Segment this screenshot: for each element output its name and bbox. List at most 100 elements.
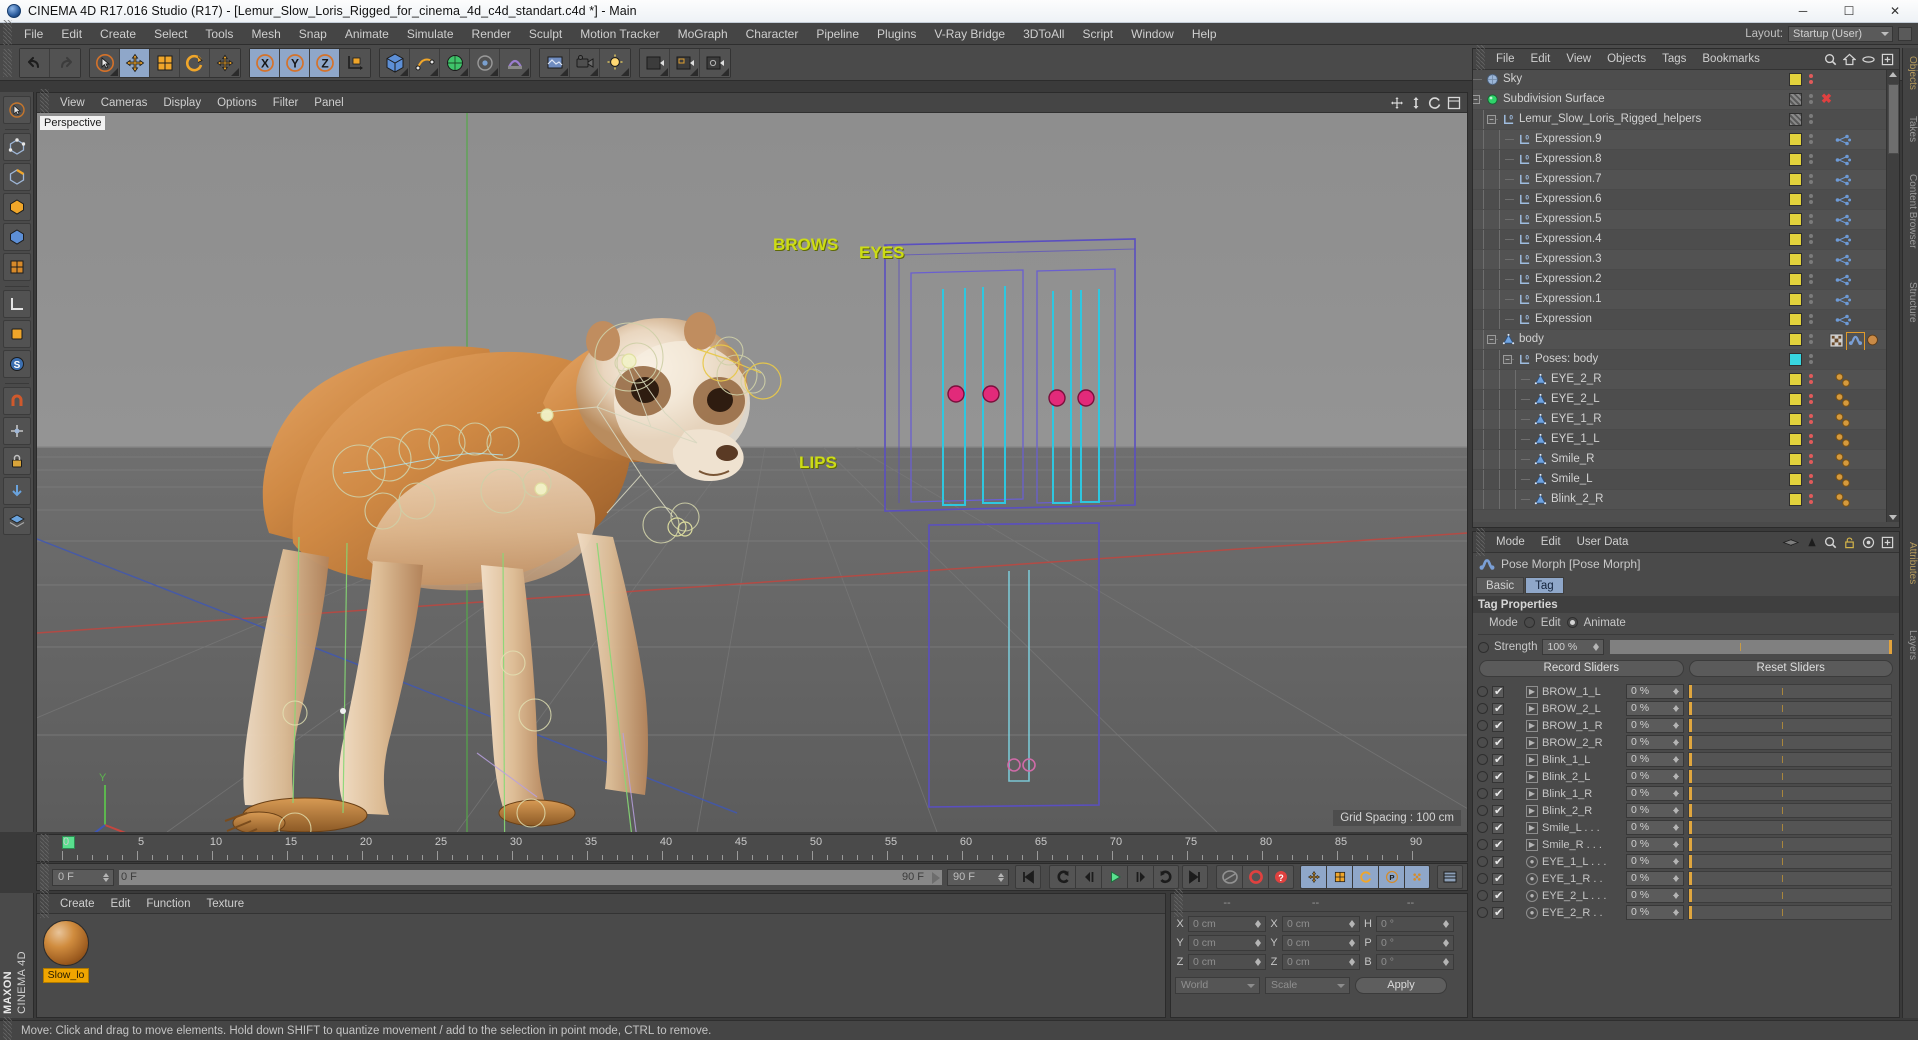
object-row[interactable]: − 0 Lemur_Slow_Loris_Rigged_helpers xyxy=(1473,110,1899,130)
keyframe-selection-button[interactable]: ? xyxy=(1268,865,1294,889)
xpresso-tag-icon[interactable] xyxy=(1835,314,1852,329)
am-menu-edit[interactable]: Edit xyxy=(1533,532,1569,553)
object-tag-swatch[interactable] xyxy=(1789,333,1802,346)
material-tag-icon[interactable] xyxy=(1867,333,1878,350)
edge-mode-icon[interactable] xyxy=(2,163,31,191)
coordinate-grip[interactable] xyxy=(1174,888,1183,917)
menu-render[interactable]: Render xyxy=(463,23,520,45)
visibility-dots[interactable] xyxy=(1809,494,1813,504)
object-tag-swatch[interactable] xyxy=(1789,413,1802,426)
key-position-button[interactable] xyxy=(1300,865,1326,889)
om-menu-objects[interactable]: Objects xyxy=(1599,49,1654,70)
menu-script[interactable]: Script xyxy=(1073,23,1122,45)
tab-basic[interactable]: Basic xyxy=(1476,577,1525,594)
xpresso-tag-icon[interactable] xyxy=(1835,154,1852,169)
menu-character[interactable]: Character xyxy=(737,23,808,45)
slider-enable-checkbox[interactable] xyxy=(1492,872,1504,885)
slider-enable-checkbox[interactable] xyxy=(1492,702,1504,715)
deformer-button[interactable] xyxy=(500,48,530,77)
coord-size-y[interactable]: 0 cm xyxy=(1282,934,1360,951)
render-view-button[interactable] xyxy=(640,48,670,77)
autokey-button[interactable] xyxy=(1216,865,1242,889)
slider-knob[interactable] xyxy=(1689,787,1692,800)
viewport-menu-options[interactable]: Options xyxy=(209,93,265,113)
object-row[interactable]: − Subdivision Surface ✖ xyxy=(1473,90,1899,110)
slider-enable-checkbox[interactable] xyxy=(1492,838,1504,851)
menu-snap[interactable]: Snap xyxy=(290,23,336,45)
goto-end-button[interactable] xyxy=(1182,865,1208,889)
visibility-dots[interactable] xyxy=(1809,214,1813,224)
key-rotation-button[interactable] xyxy=(1352,865,1378,889)
morph-slider-row[interactable]: ▶ BROW_2_L 0 % xyxy=(1473,700,1899,717)
om-menu-file[interactable]: File xyxy=(1488,49,1523,70)
visibility-dots[interactable] xyxy=(1809,434,1813,444)
render-settings-button[interactable] xyxy=(700,48,730,77)
slider-keyframe-dot[interactable] xyxy=(1477,754,1488,765)
transport-grip[interactable] xyxy=(40,863,49,891)
camera-button[interactable] xyxy=(570,48,600,77)
slider-track[interactable] xyxy=(1688,837,1892,852)
record-sliders-button[interactable]: Record Sliders xyxy=(1479,660,1684,677)
object-tag-swatch[interactable] xyxy=(1789,293,1802,306)
object-row[interactable]: Smile_R xyxy=(1473,450,1899,470)
object-row[interactable]: Blink_2_R xyxy=(1473,490,1899,510)
slider-knob[interactable] xyxy=(1689,838,1692,851)
object-tag-swatch[interactable] xyxy=(1789,73,1802,86)
slider-keyframe-dot[interactable] xyxy=(1477,703,1488,714)
slider-knob[interactable] xyxy=(1689,855,1692,868)
mode-animate-radio[interactable] xyxy=(1566,617,1578,628)
coord-pos-x[interactable]: 0 cm xyxy=(1188,915,1266,932)
slider-keyframe-dot[interactable] xyxy=(1477,839,1488,850)
slider-knob[interactable] xyxy=(1689,736,1692,749)
expand-toggle[interactable]: − xyxy=(1473,95,1480,104)
slider-track[interactable] xyxy=(1688,888,1892,903)
visibility-dots[interactable] xyxy=(1809,374,1813,384)
slider-enable-checkbox[interactable] xyxy=(1492,770,1504,783)
slider-keyframe-dot[interactable] xyxy=(1477,771,1488,782)
snap-icon[interactable]: S xyxy=(2,350,31,378)
morph-slider-list[interactable]: ▶ BROW_1_L 0 % ▶ BROW_2_L 0 % ▶ BROW_1_R 0 % ▶ BRO… xyxy=(1473,683,1899,921)
slider-knob[interactable] xyxy=(1689,770,1692,783)
end-frame-field[interactable]: 90 F xyxy=(947,868,1009,886)
scroll-down-arrow[interactable] xyxy=(1889,515,1897,520)
slider-keyframe-dot[interactable] xyxy=(1477,856,1488,867)
slider-enable-checkbox[interactable] xyxy=(1492,906,1504,919)
reset-sliders-button[interactable]: Reset Sliders xyxy=(1688,660,1893,677)
object-tag-swatch[interactable] xyxy=(1789,353,1802,366)
slider-value-field[interactable]: 0 % xyxy=(1626,837,1684,852)
powerslider[interactable]: 0 F 90 F xyxy=(118,868,943,886)
undo-button[interactable] xyxy=(20,48,50,77)
morph-slider-row[interactable]: ▶ Blink_2_R 0 % xyxy=(1473,802,1899,819)
current-frame-field[interactable]: 0 F xyxy=(52,868,114,886)
xpresso-tag-icon[interactable] xyxy=(1835,134,1852,149)
object-row[interactable]: 0 Expression xyxy=(1473,310,1899,330)
morph-tag-icon[interactable] xyxy=(1835,493,1851,510)
vtab-layers[interactable]: Layers xyxy=(1904,626,1918,664)
object-tag-swatch[interactable] xyxy=(1789,213,1802,226)
slider-track[interactable] xyxy=(1688,854,1892,869)
slider-track[interactable] xyxy=(1688,718,1892,733)
slider-track[interactable] xyxy=(1688,871,1892,886)
slider-track[interactable] xyxy=(1688,803,1892,818)
object-row[interactable]: 0 Expression.3 xyxy=(1473,250,1899,270)
visibility-dots[interactable] xyxy=(1809,114,1813,124)
status-grip[interactable] xyxy=(3,1016,12,1040)
vtab-structure[interactable]: Structure xyxy=(1904,278,1918,327)
layout-icon[interactable] xyxy=(1898,26,1912,41)
menu-mograph[interactable]: MoGraph xyxy=(669,23,737,45)
viewport-menu-display[interactable]: Display xyxy=(155,93,209,113)
y-axis-button[interactable]: Y xyxy=(280,48,310,77)
coord-size-x[interactable]: 0 cm xyxy=(1282,915,1360,932)
morph-slider-row[interactable]: ● EYE_2_R . . 0 % xyxy=(1473,904,1899,921)
texture-tag-icon[interactable] xyxy=(1829,332,1844,351)
morph-tag-icon[interactable] xyxy=(1835,473,1851,490)
menu-sculpt[interactable]: Sculpt xyxy=(520,23,571,45)
object-tag-swatch[interactable] xyxy=(1789,133,1802,146)
object-tag-swatch[interactable] xyxy=(1789,313,1802,326)
maximize-button[interactable]: ☐ xyxy=(1826,0,1872,23)
lock-icon[interactable] xyxy=(2,447,31,475)
array-modeling-button[interactable] xyxy=(470,48,500,77)
object-row[interactable]: − 0 Poses: body xyxy=(1473,350,1899,370)
xpresso-tag-icon[interactable] xyxy=(1835,294,1852,309)
layout-dropdown[interactable]: Startup (User) xyxy=(1788,25,1893,42)
